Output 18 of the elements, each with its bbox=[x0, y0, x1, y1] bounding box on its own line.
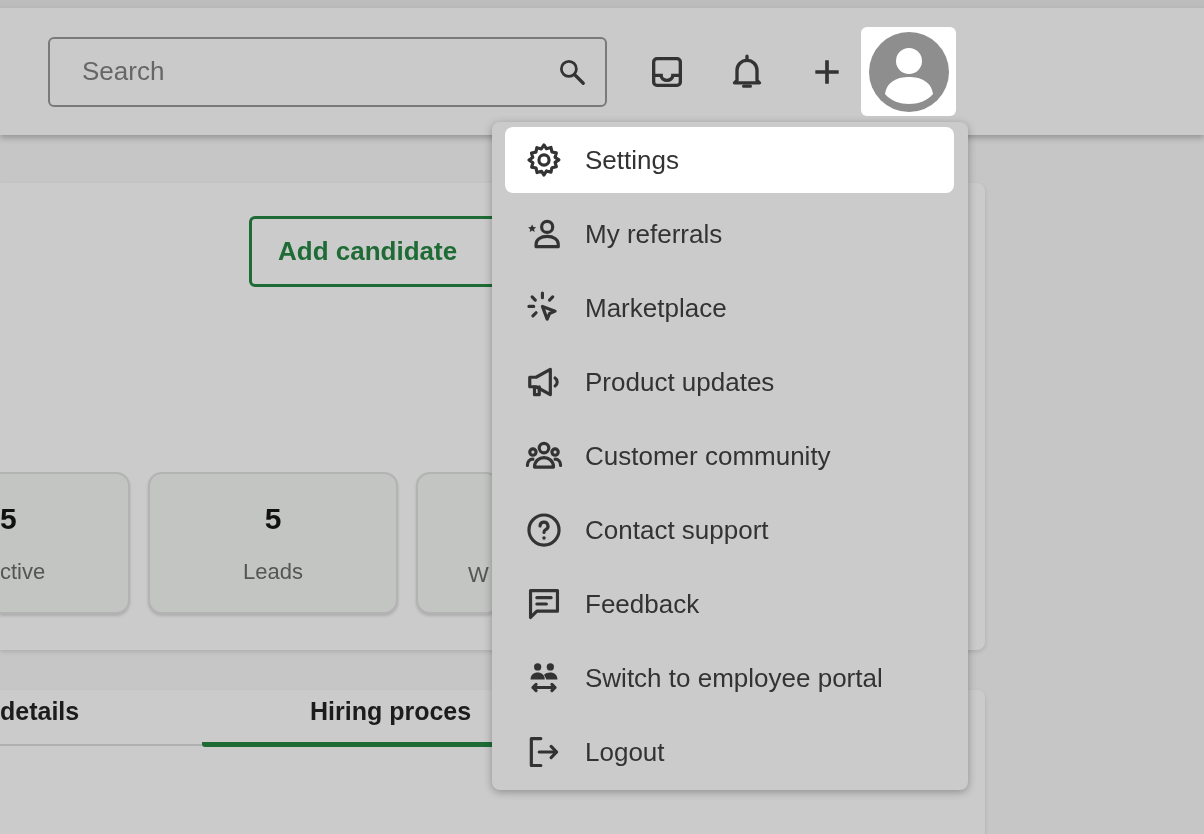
help-icon bbox=[525, 511, 563, 549]
menu-item[interactable]: Settings bbox=[505, 127, 954, 193]
menu-item[interactable]: Contact support bbox=[505, 497, 954, 563]
stat-value: 5 bbox=[263, 502, 283, 535]
gear-icon bbox=[525, 141, 563, 179]
stat-label: Leads bbox=[242, 558, 304, 586]
stat-label: W bbox=[467, 561, 490, 589]
menu-item[interactable]: Product updates bbox=[505, 349, 954, 415]
stat-label: ctive bbox=[0, 558, 47, 586]
menu-item[interactable]: Customer community bbox=[505, 423, 954, 489]
avatar-button[interactable] bbox=[861, 27, 956, 116]
menu-item[interactable]: Logout bbox=[505, 719, 954, 785]
tab[interactable]: details bbox=[0, 690, 202, 747]
stat-value: 5 bbox=[0, 502, 18, 535]
menu-item[interactable]: Feedback bbox=[505, 571, 954, 637]
menu-item[interactable]: Switch to employee portal bbox=[505, 645, 954, 711]
avatar-icon bbox=[868, 31, 949, 112]
search-field[interactable]: Search bbox=[48, 36, 607, 107]
